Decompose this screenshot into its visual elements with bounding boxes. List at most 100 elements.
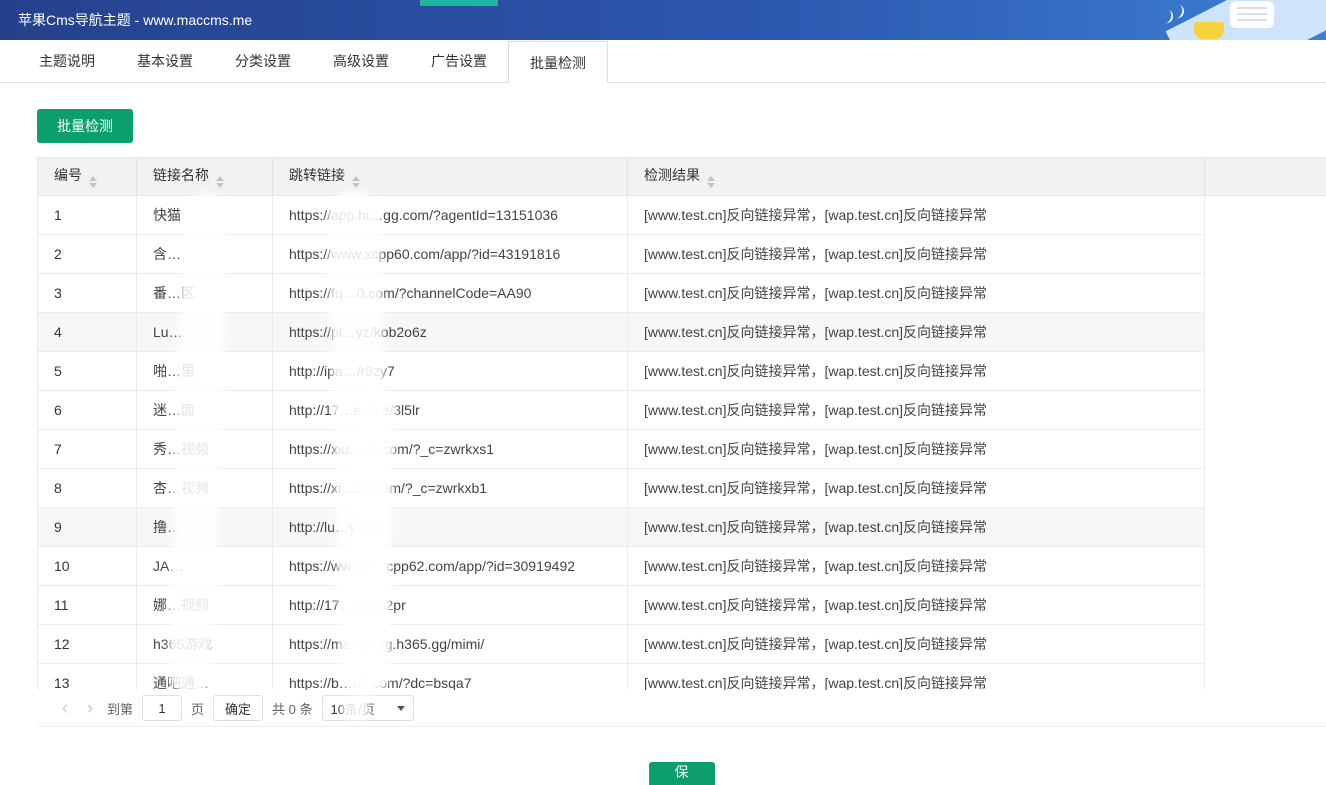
total-count-label: 共 0 条: [272, 699, 312, 718]
cell-result: [www.test.cn]反向链接异常，[wap.test.cn]反向链接异常: [628, 547, 1205, 586]
cell-url: http://lu…y41dr: [273, 508, 628, 547]
goto-label: 到第: [107, 699, 133, 718]
cell-name: 含…: [137, 235, 273, 274]
tab-batch-check[interactable]: 批量检测: [508, 41, 608, 83]
col-link-name[interactable]: 链接名称: [137, 158, 273, 196]
steam-icon: [1174, 4, 1185, 20]
pagination: ‹ › 到第 页 确定 共 0 条 10条/页: [37, 690, 1326, 727]
table-row: 13通吧通…https://b…d0.com/?dc=bsqa7[www.tes…: [38, 664, 1326, 691]
page-size-select[interactable]: 10条/页: [322, 695, 414, 721]
tab-ad-settings[interactable]: 广告设置: [410, 40, 508, 82]
col-check-result[interactable]: 检测结果: [628, 158, 1205, 196]
tab-bar: 主题说明 基本设置 分类设置 高级设置 广告设置 批量检测: [0, 40, 1326, 83]
cell-id: 13: [38, 664, 137, 691]
cell-id: 3: [38, 274, 137, 313]
cell-name: 啪…里: [137, 352, 273, 391]
sort-icon[interactable]: [216, 176, 224, 188]
cell-name: Lu…: [137, 313, 273, 352]
col-id[interactable]: 编号: [38, 158, 137, 196]
cell-url: https://xi…30.com/?_c=zwrkxb1: [273, 469, 628, 508]
cell-result: [www.test.cn]反向链接异常，[wap.test.cn]反向链接异常: [628, 235, 1205, 274]
cell-url: http://ipa…/r9zy7: [273, 352, 628, 391]
cell-result: [www.test.cn]反向链接异常，[wap.test.cn]反向链接异常: [628, 469, 1205, 508]
cell-name: 迷…面: [137, 391, 273, 430]
cell-name: 通吧通…: [137, 664, 273, 691]
cell-url: https://xiu…21.com/?_c=zwrkxs1: [273, 430, 628, 469]
cell-result: [www.test.cn]反向链接异常，[wap.test.cn]反向链接异常: [628, 625, 1205, 664]
save-button[interactable]: 保存: [649, 762, 715, 785]
tab-basic-settings[interactable]: 基本设置: [116, 40, 214, 82]
table-row: 7秀…视频https://xiu…21.com/?_c=zwrkxs1[www.…: [38, 430, 1326, 469]
table-row: 2含…https://www.xcpp60.com/app/?id=431918…: [38, 235, 1326, 274]
cell-result: [www.test.cn]反向链接异常，[wap.test.cn]反向链接异常: [628, 274, 1205, 313]
links-table-wrap: 编号 链接名称 跳转链接 检测结果 1快猫https://app.hi…gg.c…: [37, 157, 1326, 727]
coffee-cup-icon: [1194, 22, 1224, 39]
table-row: 3番…区https://fq…0.com/?channelCode=AA90[w…: [38, 274, 1326, 313]
table-row: 9撸…http://lu…y41dr[www.test.cn]反向链接异常，[w…: [38, 508, 1326, 547]
cell-id: 12: [38, 625, 137, 664]
cell-url: http://17…un/r52pr: [273, 586, 628, 625]
cell-result: [www.test.cn]反向链接异常，[wap.test.cn]反向链接异常: [628, 664, 1205, 691]
cell-id: 2: [38, 235, 137, 274]
tab-advanced-settings[interactable]: 高级设置: [312, 40, 410, 82]
cell-result: [www.test.cn]反向链接异常，[wap.test.cn]反向链接异常: [628, 391, 1205, 430]
cell-result: [www.test.cn]反向链接异常，[wap.test.cn]反向链接异常: [628, 352, 1205, 391]
col-actions-empty: [1205, 158, 1326, 196]
cell-name: 快猫: [137, 196, 273, 235]
cell-name: 娜…视频: [137, 586, 273, 625]
tab-theme-description[interactable]: 主题说明: [18, 40, 116, 82]
save-bar: 保存: [37, 762, 1326, 785]
cell-result: [www.test.cn]反向链接异常，[wap.test.cn]反向链接异常: [628, 586, 1205, 625]
main-content: 批量检测 编号 链接名称 跳转链接 检测结果 1快猫https://app.hi…: [0, 83, 1326, 785]
sort-icon[interactable]: [352, 176, 360, 188]
cell-id: 10: [38, 547, 137, 586]
page-unit-label: 页: [191, 699, 204, 718]
cell-name: 撸…: [137, 508, 273, 547]
cell-url: http://17…ei.live/3l5lr: [273, 391, 628, 430]
cell-id: 11: [38, 586, 137, 625]
cell-result: [www.test.cn]反向链接异常，[wap.test.cn]反向链接异常: [628, 313, 1205, 352]
chevron-down-icon: [397, 706, 405, 711]
table-row: 10JA…https://www.h…cpp62.com/app/?id=309…: [38, 547, 1326, 586]
cell-id: 1: [38, 196, 137, 235]
next-page-button[interactable]: ›: [82, 699, 98, 718]
cell-name: h365游戏: [137, 625, 273, 664]
table-header-row: 编号 链接名称 跳转链接 检测结果: [38, 158, 1326, 196]
col-jump-url[interactable]: 跳转链接: [273, 158, 628, 196]
page-number-input[interactable]: [142, 695, 182, 721]
speech-bubble-icon: [1230, 1, 1274, 28]
cell-name: 秀…视频: [137, 430, 273, 469]
cell-id: 6: [38, 391, 137, 430]
prev-page-button[interactable]: ‹: [57, 699, 73, 718]
cell-url: https://www.xcpp60.com/app/?id=43191816: [273, 235, 628, 274]
cell-name: 杏…视频: [137, 469, 273, 508]
cell-result: [www.test.cn]反向链接异常，[wap.test.cn]反向链接异常: [628, 508, 1205, 547]
links-table: 编号 链接名称 跳转链接 检测结果 1快猫https://app.hi…gg.c…: [37, 157, 1326, 690]
table-row: 8杏…视频https://xi…30.com/?_c=zwrkxb1[www.t…: [38, 469, 1326, 508]
table-row: 4Lu…https://pl…yz/kob2o6z[www.test.cn]反向…: [38, 313, 1326, 352]
confirm-page-button[interactable]: 确定: [213, 695, 263, 721]
cell-url: https://www.h…cpp62.com/app/?id=30919492: [273, 547, 628, 586]
header-illustration: [1066, 0, 1326, 40]
cell-id: 7: [38, 430, 137, 469]
cell-id: 9: [38, 508, 137, 547]
cell-url: https://marketing.h365.gg/mimi/: [273, 625, 628, 664]
top-accent-bar: [420, 0, 498, 6]
table-row: 6迷…面http://17…ei.live/3l5lr[www.test.cn]…: [38, 391, 1326, 430]
tab-category-settings[interactable]: 分类设置: [214, 40, 312, 82]
cell-id: 5: [38, 352, 137, 391]
batch-check-button[interactable]: 批量检测: [37, 109, 133, 143]
sort-icon[interactable]: [89, 176, 97, 188]
cell-name: JA…: [137, 547, 273, 586]
cell-name: 番…区: [137, 274, 273, 313]
table-row: 1快猫https://app.hi…gg.com/?agentId=131510…: [38, 196, 1326, 235]
cell-id: 8: [38, 469, 137, 508]
cell-url: https://app.hi…gg.com/?agentId=13151036: [273, 196, 628, 235]
cell-url: https://b…d0.com/?dc=bsqa7: [273, 664, 628, 691]
table-row: 12h365游戏https://marketing.h365.gg/mimi/[…: [38, 625, 1326, 664]
steam-icon: [1163, 9, 1174, 25]
cell-result: [www.test.cn]反向链接异常，[wap.test.cn]反向链接异常: [628, 430, 1205, 469]
sort-icon[interactable]: [707, 176, 715, 188]
cell-url: https://fq…0.com/?channelCode=AA90: [273, 274, 628, 313]
cell-id: 4: [38, 313, 137, 352]
